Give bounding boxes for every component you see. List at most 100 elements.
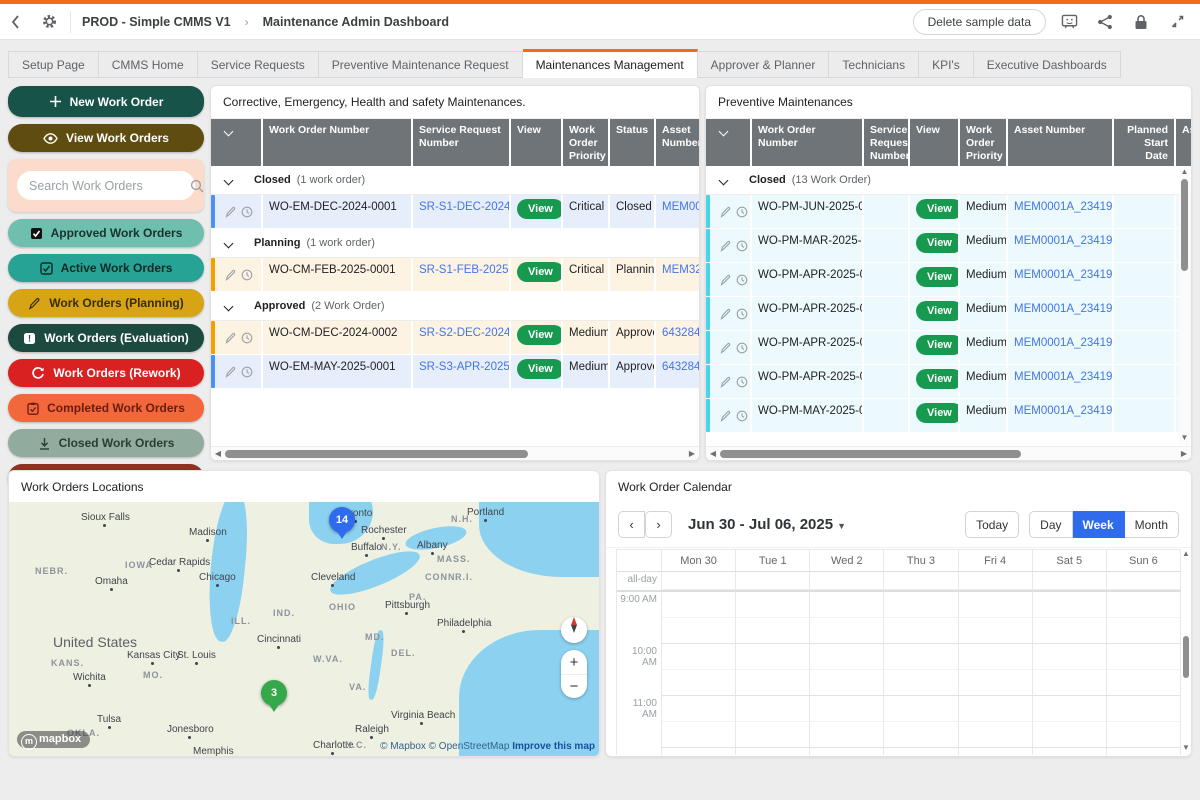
time-cell[interactable]	[736, 644, 810, 670]
time-cell[interactable]	[884, 722, 958, 748]
time-cell[interactable]	[884, 748, 958, 755]
calendar-view-day[interactable]: Day	[1029, 511, 1072, 538]
view-button[interactable]: View	[517, 325, 563, 345]
service-request-link[interactable]: SR-S2-DEC-2024-0002	[419, 327, 511, 339]
time-cell[interactable]	[662, 722, 736, 748]
table-row[interactable]: WO-PM-APR-2025-0002ViewMediumMEM0001A_23…	[706, 297, 1191, 331]
edit-pencil-icon[interactable]	[225, 366, 237, 378]
calendar-today-button[interactable]: Today	[965, 511, 1019, 538]
tab-cmms-home[interactable]: CMMS Home	[99, 51, 198, 78]
map-pin-14[interactable]: 14	[329, 507, 355, 539]
time-cell[interactable]	[662, 696, 736, 722]
group-row-closed[interactable]: Closed(13 Work Order)	[706, 166, 1191, 195]
asset-link[interactable]: MEM0001A_2341975009	[1014, 371, 1114, 383]
column-asset-number[interactable]: Asset Number	[656, 119, 699, 166]
table-row[interactable]: WO-CM-FEB-2025-0001SR-S1-FEB-2025-0001Vi…	[211, 258, 699, 292]
time-cell[interactable]	[662, 592, 736, 618]
time-cell[interactable]	[1033, 696, 1107, 722]
history-clock-icon[interactable]	[736, 206, 748, 218]
time-cell[interactable]	[810, 644, 884, 670]
table-row[interactable]: WO-EM-DEC-2024-0001SR-S1-DEC-2024-0001Vi…	[211, 195, 699, 229]
column-asset-number[interactable]: Asset Number	[1008, 119, 1114, 166]
all-day-cell[interactable]	[884, 572, 958, 590]
time-cell[interactable]	[959, 748, 1033, 755]
time-cell[interactable]	[959, 618, 1033, 644]
hscroll-thumb[interactable]	[720, 450, 1021, 458]
time-cell[interactable]	[959, 722, 1033, 748]
view-button[interactable]: View	[916, 301, 960, 321]
all-day-cell[interactable]	[810, 572, 884, 590]
asset-link[interactable]: MEM0001A_2341975009	[1014, 201, 1114, 213]
asset-link[interactable]: MEM0001A_2341975009	[1014, 269, 1114, 281]
preventive-vscrollbar[interactable]: ▲ ▼	[1179, 167, 1190, 445]
tab-preventive-maintenance-request[interactable]: Preventive Maintenance Request	[319, 51, 523, 78]
history-clock-icon[interactable]	[736, 308, 748, 320]
calendar-prev-button[interactable]: ‹	[618, 511, 645, 538]
map[interactable]: Sioux FallsMadisonCedar RapidsOmahaChica…	[9, 502, 599, 756]
column-service-request-number[interactable]: Service Request Number	[864, 119, 910, 166]
completed-work-orders-button[interactable]: Completed Work Orders	[8, 394, 204, 422]
time-cell[interactable]	[736, 618, 810, 644]
history-clock-icon[interactable]	[736, 342, 748, 354]
column-work-order-number[interactable]: Work Order Number	[752, 119, 864, 166]
time-cell[interactable]	[810, 592, 884, 618]
breadcrumb-root[interactable]: PROD - Simple CMMS V1	[82, 15, 231, 29]
calendar-range[interactable]: Jun 30 - Jul 06, 2025▼	[688, 516, 846, 533]
tab-maintenances-management[interactable]: Maintenances Management	[523, 49, 698, 78]
table-row[interactable]: WO-PM-APR-2025-0003ViewMediumMEM0001A_23…	[706, 331, 1191, 365]
service-request-link[interactable]: SR-S3-APR-2025-0001	[419, 361, 511, 373]
history-clock-icon[interactable]	[736, 274, 748, 286]
tab-kpi-s[interactable]: KPI's	[919, 51, 974, 78]
column-view[interactable]: View	[910, 119, 960, 166]
service-request-link[interactable]: SR-S1-DEC-2024-0001	[419, 201, 511, 213]
calendar-next-button[interactable]: ›	[645, 511, 672, 538]
time-cell[interactable]	[959, 644, 1033, 670]
scroll-down-arrow-icon[interactable]: ▼	[1182, 743, 1190, 752]
expand-icon[interactable]	[1164, 9, 1190, 35]
improve-map-link[interactable]: Improve this map	[512, 741, 595, 752]
time-cell[interactable]	[1107, 644, 1181, 670]
time-cell[interactable]	[1033, 722, 1107, 748]
asset-link[interactable]: MEM0001A_2341975009	[1014, 235, 1114, 247]
tab-service-requests[interactable]: Service Requests	[198, 51, 319, 78]
time-cell[interactable]	[810, 670, 884, 696]
hscroll-thumb[interactable]	[225, 450, 528, 458]
delete-sample-data-button[interactable]: Delete sample data	[913, 9, 1046, 35]
all-day-cell[interactable]	[1033, 572, 1107, 590]
time-cell[interactable]	[884, 618, 958, 644]
column-work-order-number[interactable]: Work Order Number	[263, 119, 413, 166]
asset-link[interactable]: MEM0001A_2341975009	[662, 201, 699, 213]
tab-approver-planner[interactable]: Approver & Planner	[698, 51, 830, 78]
time-cell[interactable]	[810, 748, 884, 755]
column-view[interactable]: View	[511, 119, 563, 166]
scroll-right-arrow-icon[interactable]: ▶	[1177, 449, 1191, 458]
time-cell[interactable]	[1033, 592, 1107, 618]
time-cell[interactable]	[810, 722, 884, 748]
asset-link[interactable]: MEM0001A_2341975009	[1014, 405, 1114, 417]
corrective-hscrollbar[interactable]: ◀ ▶	[211, 446, 699, 460]
time-cell[interactable]	[1107, 592, 1181, 618]
edit-pencil-icon[interactable]	[225, 206, 237, 218]
table-row[interactable]: WO-PM-MAY-2025-0002ViewMediumMEM0001A_23…	[706, 399, 1191, 432]
vscroll-thumb[interactable]	[1181, 179, 1188, 271]
history-clock-icon[interactable]	[241, 269, 253, 281]
new-work-order-button[interactable]: New Work Order	[8, 86, 204, 117]
scroll-left-arrow-icon[interactable]: ◀	[211, 449, 225, 458]
column-chevron[interactable]	[706, 119, 752, 166]
time-cell[interactable]	[810, 618, 884, 644]
time-cell[interactable]	[662, 670, 736, 696]
view-button[interactable]: View	[517, 359, 563, 379]
view-button[interactable]: View	[916, 335, 960, 355]
view-button[interactable]: View	[916, 233, 960, 253]
view-button[interactable]: View	[517, 199, 563, 219]
tab-technicians[interactable]: Technicians	[829, 51, 919, 78]
scroll-left-arrow-icon[interactable]: ◀	[706, 449, 720, 458]
table-row[interactable]: WO-PM-APR-2025-0001ViewMediumMEM0001A_23…	[706, 263, 1191, 297]
time-cell[interactable]	[884, 696, 958, 722]
search-work-orders-input[interactable]	[29, 179, 190, 193]
history-clock-icon[interactable]	[241, 332, 253, 344]
calendar-view-week[interactable]: Week	[1073, 511, 1125, 538]
table-row[interactable]: WO-CM-DEC-2024-0002SR-S2-DEC-2024-0002Vi…	[211, 321, 699, 355]
edit-pencil-icon[interactable]	[720, 342, 732, 354]
calendar-view-month[interactable]: Month	[1125, 511, 1179, 538]
